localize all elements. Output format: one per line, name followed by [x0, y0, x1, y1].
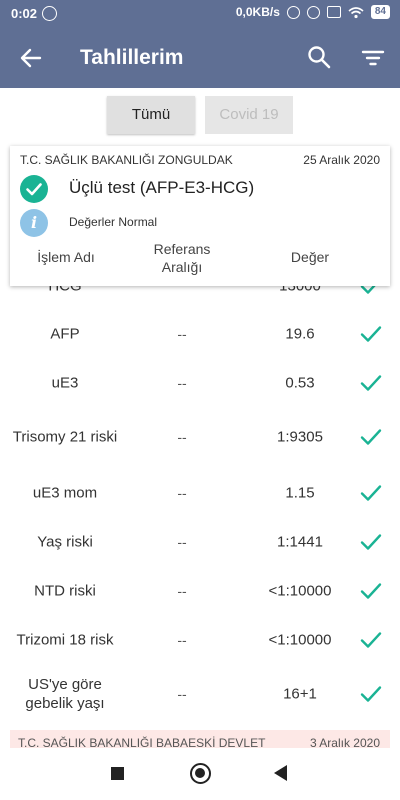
mute-icon — [286, 5, 300, 19]
result-name: AFP — [50, 325, 80, 343]
result-row: uE3 mom -- 1.15 — [0, 469, 400, 517]
result-name: Yaş riski — [37, 533, 93, 551]
result-row: AFP -- 19.6 — [0, 310, 400, 358]
result-reference: -- — [177, 583, 187, 599]
check-icon — [360, 632, 382, 648]
test-name: Üçlü test (AFP-E3-HCG) — [69, 178, 255, 197]
result-value: 16+1 — [283, 685, 317, 703]
result-name: uE3 — [51, 374, 79, 392]
info-icon: i — [20, 209, 48, 237]
result-reference: -- — [177, 326, 187, 342]
result-value: 1:9305 — [277, 428, 323, 446]
results-list[interactable]: HCG 13000 AFP -- 19.6 uE3 -- 0.53 Trisom… — [0, 286, 400, 726]
institution-name: T.C. SAĞLIK BAKANLIĞI BABAESKİ DEVLET — [18, 736, 266, 748]
system-nav-bar — [0, 748, 400, 800]
check-icon — [360, 686, 382, 702]
search-icon[interactable] — [306, 44, 332, 70]
result-reference: -- — [177, 375, 187, 391]
result-name: uE3 mom — [32, 484, 98, 502]
result-reference: -- — [177, 534, 187, 550]
sim-icon — [326, 6, 341, 18]
column-header-value: Değer — [290, 249, 330, 265]
check-icon — [360, 375, 382, 391]
result-reference: -- — [177, 429, 187, 445]
wifi-icon — [348, 6, 364, 18]
result-reference: -- — [177, 686, 187, 702]
filter-chips: Tümü Covid 19 — [0, 96, 400, 136]
whatsapp-icon — [42, 6, 57, 21]
alarm-icon — [306, 5, 320, 19]
check-icon — [360, 326, 382, 342]
result-row: Trizomi 18 risk -- <1:10000 — [0, 616, 400, 664]
battery-icon: 84 — [370, 5, 390, 19]
check-icon — [360, 429, 382, 445]
test-date: 3 Aralık 2020 — [309, 736, 380, 748]
result-value: 1:1441 — [277, 533, 323, 551]
result-name: HCG — [48, 286, 82, 295]
column-header-reference: Referans Aralığı — [153, 241, 211, 275]
test-status: Değerler Normal — [69, 215, 158, 229]
status-icons: 0,0KB/s 84 — [236, 5, 390, 19]
result-value: <1:10000 — [268, 631, 332, 649]
result-row: US'ye göre gebelik yaşı -- 16+1 — [0, 670, 400, 718]
test-card[interactable]: T.C. SAĞLIK BAKANLIĞI ZONGULDAK 25 Aralı… — [10, 146, 390, 286]
column-header-name: İşlem Adı — [37, 249, 95, 265]
filter-all-button[interactable]: Tümü — [107, 96, 195, 134]
back-arrow-icon[interactable] — [18, 45, 44, 71]
result-row: Yaş riski -- 1:1441 — [0, 518, 400, 566]
status-bar: 0:02 0,0KB/s 84 — [0, 0, 400, 28]
result-reference: -- — [177, 632, 187, 648]
result-row: uE3 -- 0.53 — [0, 359, 400, 407]
home-icon[interactable] — [190, 763, 211, 784]
result-reference: -- — [177, 485, 187, 501]
check-icon — [360, 583, 382, 599]
check-icon — [360, 286, 376, 294]
result-value: 1.15 — [285, 484, 315, 502]
check-icon — [360, 485, 382, 501]
check-circle-icon — [20, 175, 48, 203]
result-name: Trizomi 18 risk — [16, 631, 114, 649]
next-test-card[interactable]: T.C. SAĞLIK BAKANLIĞI BABAESKİ DEVLET 3 … — [10, 730, 390, 748]
result-value: 13000 — [279, 286, 321, 295]
institution-name: T.C. SAĞLIK BAKANLIĞI ZONGULDAK — [20, 153, 233, 167]
network-speed: 0,0KB/s — [235, 5, 280, 19]
status-time: 0:02 — [11, 6, 38, 21]
result-value: 0.53 — [285, 374, 315, 392]
recent-apps-icon[interactable] — [111, 767, 124, 780]
result-name: US'ye göre gebelik yaşı — [25, 676, 105, 712]
result-name: NTD riski — [34, 582, 96, 600]
test-date: 25 Aralık 2020 — [303, 153, 380, 167]
page-title: Tahlillerim — [80, 46, 184, 69]
nav-back-icon[interactable] — [274, 765, 287, 781]
result-name: Trisomy 21 riski — [12, 428, 118, 446]
filter-icon[interactable] — [360, 45, 386, 71]
result-row: NTD riski -- <1:10000 — [0, 567, 400, 615]
filter-covid-button[interactable]: Covid 19 — [205, 96, 293, 134]
result-row: Trisomy 21 riski -- 1:9305 — [0, 413, 400, 461]
result-row: HCG 13000 — [0, 286, 400, 310]
check-icon — [360, 534, 382, 550]
result-value: 19.6 — [285, 325, 315, 343]
result-value: <1:10000 — [268, 582, 332, 600]
app-bar: Tahlillerim — [0, 28, 400, 88]
